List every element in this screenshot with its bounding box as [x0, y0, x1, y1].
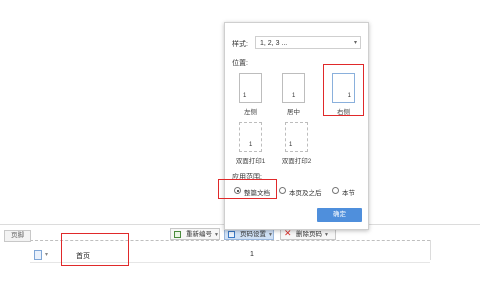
footer-page-number: 1: [250, 251, 254, 258]
scope-this-section-label[interactable]: 本节: [342, 187, 355, 197]
delete-icon: ✕: [284, 228, 292, 238]
position-center-option[interactable]: 1: [282, 73, 305, 103]
style-select[interactable]: 1, 2, 3 ... ▾: [255, 36, 361, 49]
position-duplex2-option[interactable]: 1: [285, 122, 308, 152]
renumber-button[interactable]: 重新编号 ▼: [170, 228, 220, 240]
chevron-down-icon: ▾: [353, 40, 357, 46]
position-label: 位置:: [232, 60, 248, 67]
chevron-down-icon[interactable]: ▾: [45, 251, 48, 258]
position-duplex2-label: 双面打印2: [281, 158, 312, 165]
footer-tab: 页脚: [4, 230, 31, 242]
position-duplex1-option[interactable]: 1: [239, 122, 262, 152]
highlight-box-right-position: [323, 64, 364, 116]
chevron-down-icon: ▼: [324, 232, 329, 238]
renumber-icon: [174, 231, 181, 238]
ok-button[interactable]: 确定: [317, 208, 362, 222]
position-duplex1-label: 双面打印1: [235, 158, 266, 165]
highlight-box-home-page: [61, 233, 129, 266]
scope-this-page-onward-radio[interactable]: [279, 187, 286, 194]
position-left-option[interactable]: 1: [239, 73, 262, 103]
chevron-down-icon: ▼: [268, 232, 273, 238]
chevron-down-icon: ▼: [214, 232, 219, 238]
scope-this-section-radio[interactable]: [332, 187, 339, 194]
document-icon: [34, 250, 42, 260]
scope-this-page-onward-label[interactable]: 本页及之后: [289, 187, 322, 197]
position-left-label: 左侧: [244, 109, 257, 116]
page-settings-icon: [228, 231, 235, 238]
position-center-label: 居中: [287, 109, 300, 116]
highlight-box-whole-document: [218, 179, 277, 199]
page-right-edge: [430, 240, 431, 260]
style-label: 样式:: [232, 41, 248, 48]
